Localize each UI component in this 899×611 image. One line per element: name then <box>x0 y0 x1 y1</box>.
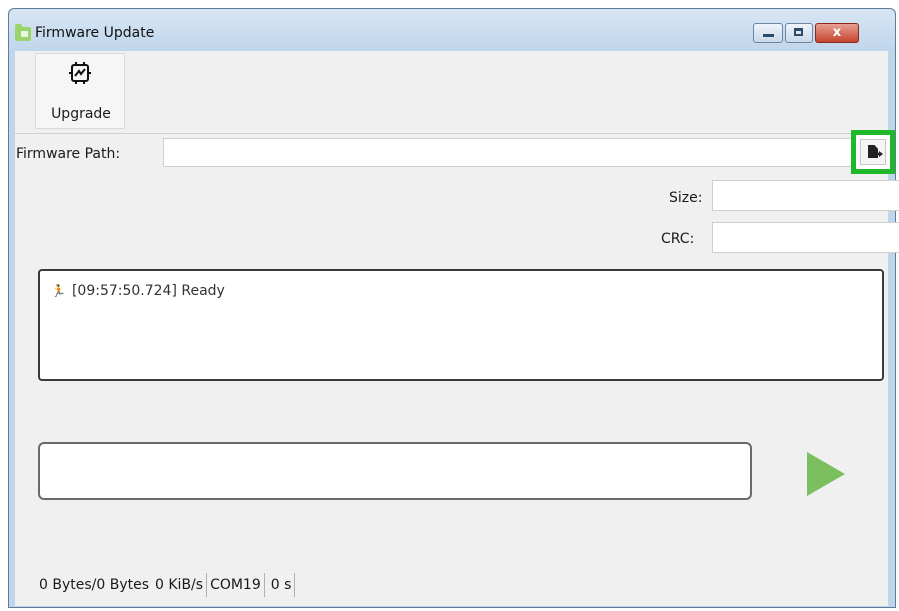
crc-label: CRC: <box>661 231 695 247</box>
browse-file-button[interactable] <box>851 130 895 174</box>
status-bar: 0 Bytes/0 Bytes 0 KiB/s COM19 0 s <box>15 571 296 599</box>
firmware-chip-icon <box>69 62 91 84</box>
close-icon: x <box>832 25 842 40</box>
firmware-path-input[interactable] <box>163 138 853 167</box>
progress-bar <box>38 442 752 500</box>
upgrade-button[interactable]: Upgrade <box>35 53 125 129</box>
minimize-icon <box>763 34 774 37</box>
close-button[interactable]: x <box>815 23 859 43</box>
running-man-icon: 🏃 <box>51 284 66 298</box>
minimize-button[interactable] <box>753 23 783 43</box>
maximize-button[interactable] <box>785 23 813 43</box>
upgrade-label: Upgrade <box>51 106 111 122</box>
size-label: Size: <box>669 190 703 206</box>
status-bytes: 0 Bytes/0 Bytes <box>39 577 150 593</box>
client-area: Upgrade Firmware Path: Size: CRC: 🏃 [09:5… <box>15 51 899 606</box>
firmware-update-window: Firmware Update x Upgrade Firmware Path: <box>8 8 899 608</box>
folder-app-icon <box>15 24 31 41</box>
firmware-path-label: Firmware Path: <box>16 146 121 162</box>
status-speed: 0 KiB/s <box>152 573 208 597</box>
toolbar-divider <box>15 133 888 134</box>
log-entry-text: [09:57:50.724] Ready <box>71 283 225 299</box>
status-port: COM19 <box>207 573 265 597</box>
open-file-icon <box>860 139 886 165</box>
crc-field[interactable] <box>712 222 899 253</box>
log-panel[interactable]: 🏃 [09:57:50.724] Ready <box>38 269 884 381</box>
log-entry: 🏃 [09:57:50.724] Ready <box>51 283 225 299</box>
size-field[interactable] <box>712 180 899 211</box>
window-title: Firmware Update <box>35 25 155 41</box>
play-icon[interactable] <box>807 452 845 496</box>
maximize-icon <box>794 28 803 36</box>
title-bar[interactable]: Firmware Update x <box>9 9 895 51</box>
status-elapsed: 0 s <box>265 573 296 597</box>
